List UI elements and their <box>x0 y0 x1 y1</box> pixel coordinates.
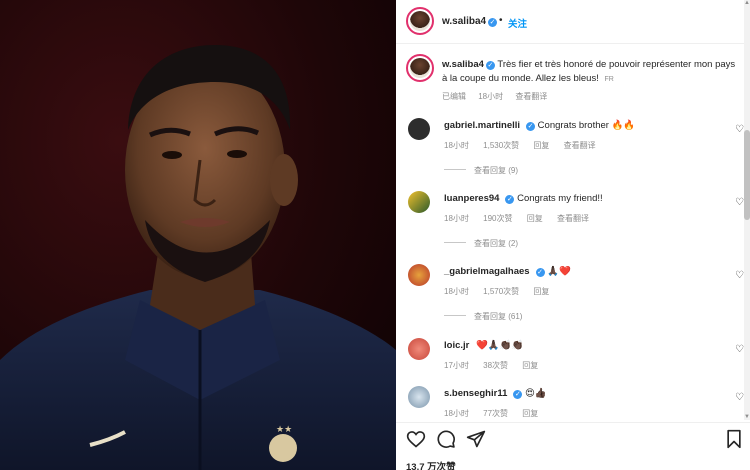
verified-badge-icon: ✓ <box>526 122 536 131</box>
comment-like-heart-icon[interactable]: ♡ <box>735 344 744 355</box>
comment-meta: 18小时 1,530次赞 回复 查看翻译 <box>444 140 608 151</box>
separator-dot: • <box>499 15 503 26</box>
commenter-avatar[interactable] <box>408 264 430 286</box>
post-actions-bar: 13.7 万次赞 <box>396 422 750 470</box>
bookmark-icon[interactable] <box>724 429 744 449</box>
svg-text:★★: ★★ <box>276 425 292 435</box>
verified-badge-icon: ✓ <box>513 390 523 399</box>
comment-meta: 18小时 190次赞 回复 查看翻译 <box>444 213 601 224</box>
author-username-text[interactable]: w.saliba4 <box>442 16 486 27</box>
comment-like-count[interactable]: 190次赞 <box>483 214 512 223</box>
replies-divider <box>444 242 466 243</box>
commenter-username[interactable]: loic.jr <box>444 340 469 351</box>
comment-like-heart-icon[interactable]: ♡ <box>735 197 744 208</box>
reply-button[interactable]: 回复 <box>522 361 538 370</box>
commenter-avatar[interactable] <box>408 338 430 360</box>
commenter-avatar[interactable] <box>408 386 430 408</box>
heart-outline-icon[interactable] <box>406 429 426 449</box>
comment-text: gabriel.martinelli ✓ Congrats brother 🔥🔥 <box>444 120 635 131</box>
comment-body: 🙏🏿❤️ <box>547 266 571 277</box>
caption-meta: 已编辑 18小时 查看翻译 <box>442 91 557 102</box>
view-replies-button[interactable]: 查看回复 (2) <box>444 238 518 249</box>
comment-icon[interactable] <box>436 429 456 449</box>
post-like-count[interactable]: 13.7 万次赞 <box>406 459 456 470</box>
commenter-avatar[interactable] <box>408 191 430 213</box>
author-username[interactable]: w.saliba4 ✓ <box>442 16 498 27</box>
comment-body: Congrats my friend!! <box>517 193 603 204</box>
post-panel: w.saliba4 ✓ • 关注 w.saliba4 ✓ Très fier et … <box>396 0 750 470</box>
comment-meta: 18小时 1,570次赞 回复 <box>444 286 561 297</box>
comments-scrollbar[interactable]: ▲ ▼ <box>744 0 750 420</box>
caption-time: 18小时 <box>478 92 504 101</box>
comment-body: ❤️🙏🏿👏🏿👏🏿 <box>475 340 524 351</box>
comment-like-heart-icon[interactable]: ♡ <box>735 124 744 135</box>
comment-text: _gabrielmagalhaes ✓ 🙏🏿❤️ <box>444 266 571 277</box>
reply-button[interactable]: 回复 <box>533 287 549 296</box>
scroll-up-arrow-icon[interactable]: ▲ <box>744 0 750 6</box>
replies-divider <box>444 315 466 316</box>
scroll-down-arrow-icon[interactable]: ▼ <box>744 414 750 420</box>
commenter-username[interactable]: _gabrielmagalhaes <box>444 266 530 277</box>
commenter-username[interactable]: luanperes94 <box>444 193 499 204</box>
post-photo[interactable]: ★★ <box>0 0 396 470</box>
comment-body: 😍👍🏿 <box>525 388 547 399</box>
commenter-username[interactable]: s.benseghir11 <box>444 388 507 399</box>
verified-badge-icon: ✓ <box>535 268 545 277</box>
verified-badge-icon: ✓ <box>485 61 495 70</box>
verified-badge-icon: ✓ <box>488 18 498 27</box>
post-caption: w.saliba4 ✓ Très fier et très honoré de p… <box>442 58 738 87</box>
comment-time: 18小时 <box>444 287 469 296</box>
view-replies-label[interactable]: 查看回复 (61) <box>474 312 522 321</box>
comment-like-heart-icon[interactable]: ♡ <box>735 392 744 403</box>
comment-time: 18小时 <box>444 409 469 418</box>
post-header: w.saliba4 ✓ • 关注 <box>396 0 750 44</box>
comment-text: luanperes94 ✓ Congrats my friend!! <box>444 193 603 204</box>
paper-plane-icon[interactable] <box>466 429 486 449</box>
caption-author-name[interactable]: w.saliba4 <box>442 59 484 70</box>
commenter-username[interactable]: gabriel.martinelli <box>444 120 520 131</box>
see-translation-link[interactable]: 查看翻译 <box>515 92 547 101</box>
verified-badge-icon: ✓ <box>505 195 515 204</box>
replies-divider <box>444 169 466 170</box>
view-replies-label[interactable]: 查看回复 (9) <box>474 166 518 175</box>
comment-time: 18小时 <box>444 214 469 223</box>
commenter-avatar[interactable] <box>408 118 430 140</box>
comment-time: 17小时 <box>444 361 469 370</box>
caption-author-avatar[interactable] <box>406 54 434 82</box>
reply-button[interactable]: 回复 <box>527 214 543 223</box>
view-replies-button[interactable]: 查看回复 (9) <box>444 165 518 176</box>
comment-meta: 17小时 38次赞 回复 <box>444 360 550 371</box>
edited-label: 已编辑 <box>442 92 466 101</box>
see-translation-link[interactable]: 查看翻译 <box>557 214 589 223</box>
comment-like-count[interactable]: 1,530次赞 <box>483 141 519 150</box>
comment-text: s.benseghir11 ✓ 😍👍🏿 <box>444 388 547 399</box>
player-portrait-illustration: ★★ <box>0 45 396 470</box>
comment-like-count[interactable]: 38次赞 <box>483 361 508 370</box>
scrollbar-thumb[interactable] <box>744 130 750 220</box>
comment-like-count[interactable]: 1,570次赞 <box>483 287 519 296</box>
comment-body: Congrats brother 🔥🔥 <box>537 120 636 131</box>
comment-time: 18小时 <box>444 141 469 150</box>
author-avatar[interactable] <box>406 7 434 35</box>
follow-button[interactable]: 关注 <box>508 16 527 30</box>
comment-like-count[interactable]: 77次赞 <box>483 409 508 418</box>
reply-button[interactable]: 回复 <box>533 141 549 150</box>
comment-text: loic.jr ❤️🙏🏿👏🏿👏🏿 <box>444 340 523 351</box>
view-replies-button[interactable]: 查看回复 (61) <box>444 311 522 322</box>
reply-button[interactable]: 回复 <box>522 409 538 418</box>
view-replies-label[interactable]: 查看回复 (2) <box>474 239 518 248</box>
comment-meta: 18小时 77次赞 回复 <box>444 408 550 419</box>
comment-like-heart-icon[interactable]: ♡ <box>735 270 744 281</box>
caption-language-tag: FR <box>604 76 614 83</box>
see-translation-link[interactable]: 查看翻译 <box>564 141 596 150</box>
